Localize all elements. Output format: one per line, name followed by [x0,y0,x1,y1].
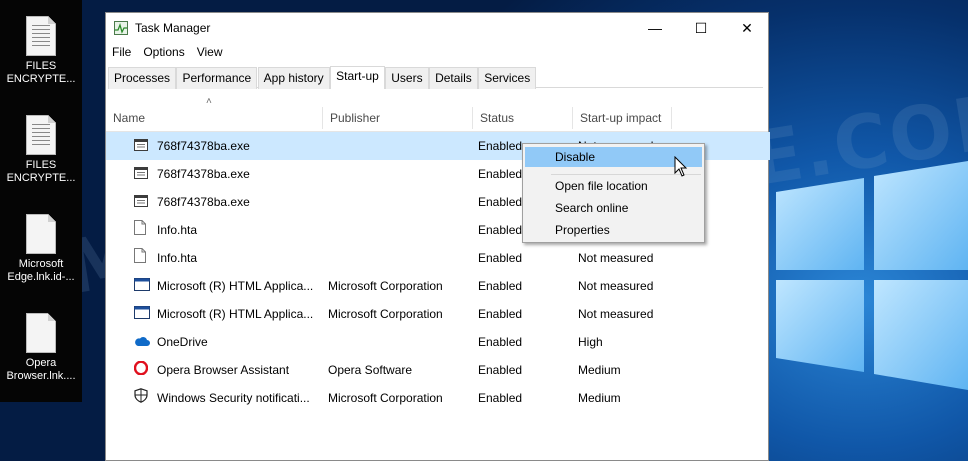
column-header-publisher[interactable]: Publisher [322,107,472,129]
row-name: Microsoft (R) HTML Applica... [157,307,314,321]
maximize-icon: ☐ [694,19,708,36]
tab-processes[interactable]: Processes [108,67,177,89]
row-status: Enabled [478,335,523,349]
row-publisher [328,216,468,244]
row-name: 768f74378ba.exe [157,167,250,181]
app-window-icon [134,132,150,160]
menu-bar: File Options View [106,43,768,63]
context-menu-properties[interactable]: Properties [525,220,702,240]
table-row[interactable]: Info.hta Enabled Not measured [106,244,770,272]
row-name: OneDrive [157,335,208,349]
table-header: Name Publisher Status Start-up impact [106,107,768,132]
document-icon [134,216,150,244]
close-icon: ✕ [741,19,753,36]
column-header-status[interactable]: Status [472,107,572,129]
column-header-start-up-impact[interactable]: Start-up impact [572,107,672,129]
desktop-icon-label: Microsoft [18,258,64,270]
row-publisher: Opera Software [328,363,413,377]
row-publisher [328,160,468,188]
table-row[interactable]: Windows Security notificati... Microsoft … [106,384,770,412]
title-bar[interactable]: Task Manager — ☐ ✕ [106,13,768,43]
app-window-icon [134,188,150,216]
desktop-icon-label: FILES [25,159,57,171]
desktop-icon-opera-browser[interactable]: Opera Browser.lnk.... [0,313,82,383]
windows-logo-icon [776,161,968,390]
desktop-icon-label: FILES [25,60,57,72]
table-row[interactable]: OneDrive Enabled High [106,328,770,356]
window-title: Task Manager [135,21,211,35]
hta-window-icon [134,300,150,328]
desktop-icon-label: Browser.lnk.... [6,370,76,382]
row-publisher [328,328,468,356]
row-publisher: Microsoft Corporation [328,279,443,293]
row-status: Enabled [478,307,523,321]
row-status: Enabled [478,391,523,405]
shield-icon [134,384,150,412]
blank-document-icon [26,214,56,254]
tab-strip: Processes Performance App history Start-… [108,65,763,89]
row-status: Enabled [478,279,523,293]
row-start-up-impact: Medium [578,363,621,377]
context-menu-open-file-location[interactable]: Open file location [525,176,702,196]
row-start-up-impact: High [578,335,603,349]
tab-start-up[interactable]: Start-up [330,66,385,89]
desktop-icon-label: ENCRYPTE... [6,172,76,184]
tab-details[interactable]: Details [429,67,478,89]
minimize-icon: — [648,20,662,36]
desktop-icon-label: Opera [25,357,57,369]
row-name: Opera Browser Assistant [157,363,290,377]
row-name: Windows Security notificati... [157,391,310,405]
desktop-icon-label: ENCRYPTE... [6,73,76,85]
desktop-icon-label: Edge.lnk.id-... [7,271,75,283]
desktop-icon-microsoft-edge[interactable]: Microsoft Edge.lnk.id-... [0,214,82,284]
menu-options[interactable]: Options [137,43,190,61]
row-name: 768f74378ba.exe [157,139,250,153]
row-status: Enabled [478,363,523,377]
row-start-up-impact: Not measured [578,279,654,293]
table-row[interactable]: Microsoft (R) HTML Applica... Microsoft C… [106,272,770,300]
tab-users[interactable]: Users [385,67,429,89]
text-document-icon [26,115,56,155]
row-name: 768f74378ba.exe [157,195,250,209]
app-window-icon [134,160,150,188]
minimize-button[interactable]: — [632,13,678,43]
menu-view[interactable]: View [191,43,229,61]
desktop-icon-files-encrypted-1[interactable]: FILES ENCRYPTE... [0,16,82,86]
row-publisher [328,132,468,160]
sort-ascending-icon: ˄ [206,96,212,107]
row-name: Info.hta [157,223,198,237]
row-publisher: Microsoft Corporation [328,391,443,405]
row-publisher: Microsoft Corporation [328,307,443,321]
maximize-button[interactable]: ☐ [678,13,724,43]
row-status: Enabled [478,251,523,265]
menu-file[interactable]: File [106,43,137,61]
tab-services[interactable]: Services [478,67,537,89]
hta-window-icon [134,272,150,300]
row-name: Microsoft (R) HTML Applica... [157,279,314,293]
column-header-name[interactable]: Name [106,107,322,129]
desktop-icon-files-encrypted-2[interactable]: FILES ENCRYPTE... [0,115,82,185]
opera-logo-icon [134,356,150,384]
table-row[interactable]: Microsoft (R) HTML Applica... Microsoft C… [106,300,770,328]
desktop-icon-area: FILES ENCRYPTE... FILES ENCRYPTE... Micr… [0,0,82,402]
document-icon [134,244,150,272]
row-start-up-impact: Medium [578,391,621,405]
blank-document-icon [26,313,56,353]
task-manager-icon [114,21,128,35]
row-publisher [328,244,468,272]
row-name: Info.hta [157,251,198,265]
row-start-up-impact: Not measured [578,251,654,265]
table-row[interactable]: Opera Browser Assistant Opera Software Ena… [106,356,770,384]
onedrive-cloud-icon [134,328,150,356]
context-menu-search-online[interactable]: Search online [525,198,702,218]
text-document-icon [26,16,56,56]
tab-app-history[interactable]: App history [257,67,330,89]
tab-performance[interactable]: Performance [176,67,258,89]
mouse-cursor-icon [674,156,688,177]
row-start-up-impact: Not measured [578,307,654,321]
row-publisher [328,188,468,216]
close-button[interactable]: ✕ [724,13,770,43]
